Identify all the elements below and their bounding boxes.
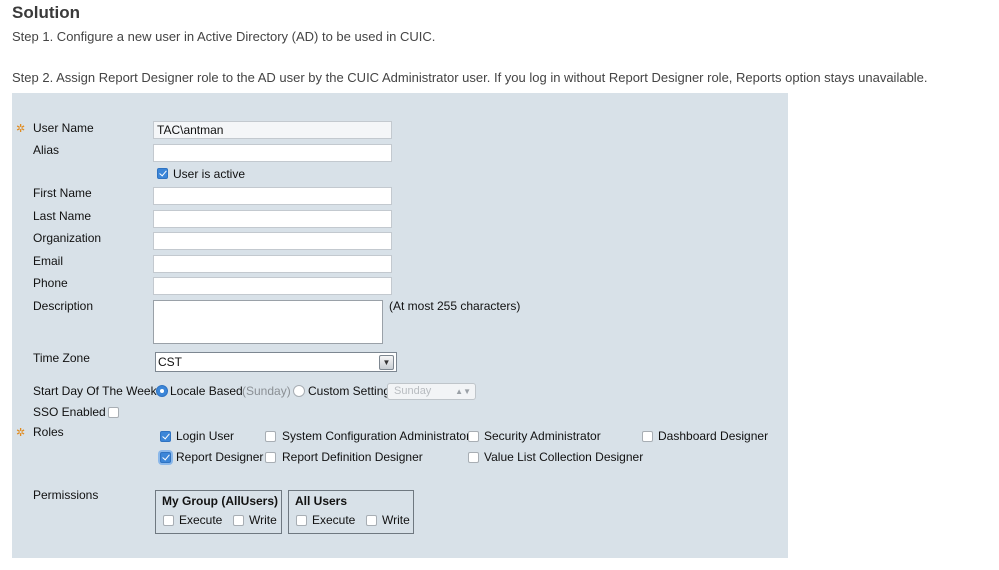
user-form-panel: ✲ User Name TAC\antman Alias User is act… [12, 93, 788, 558]
my-group-title: My Group (AllUsers) [162, 494, 279, 508]
description-limit-note: (At most 255 characters) [389, 299, 521, 313]
role-system-config-admin-label: System Configuration Administrator [282, 429, 471, 443]
solution-heading: Solution [12, 3, 80, 22]
time-zone-select[interactable]: CST ▼ [155, 352, 397, 372]
my-group-write-checkbox[interactable] [233, 515, 244, 526]
user-active-checkbox[interactable] [157, 168, 168, 179]
role-security-admin-label: Security Administrator [484, 429, 601, 443]
custom-setting-radio[interactable] [293, 385, 305, 397]
start-day-label: Start Day Of The Week [33, 384, 157, 398]
locale-based-radio[interactable] [156, 385, 168, 397]
role-dashboard-designer-label: Dashboard Designer [658, 429, 769, 443]
last-name-field[interactable] [153, 210, 392, 228]
email-field[interactable] [153, 255, 392, 273]
email-label: Email [33, 254, 64, 268]
organization-field[interactable] [153, 232, 392, 250]
dropdown-arrow-icon[interactable]: ▼ [379, 355, 394, 370]
permission-group-all-users: All Users Execute Write [288, 490, 414, 534]
organization-label: Organization [33, 231, 102, 245]
step-2-text: Step 2. Assign Report Designer role to t… [12, 70, 928, 85]
role-login-user-checkbox[interactable] [160, 431, 171, 442]
user-name-label: User Name [33, 121, 94, 135]
first-name-label: First Name [33, 186, 92, 200]
all-users-execute-label: Execute [312, 513, 356, 527]
custom-day-value: Sunday [394, 385, 432, 397]
time-zone-value: CST [158, 355, 182, 369]
phone-field[interactable] [153, 277, 392, 295]
step-1-text: Step 1. Configure a new user in Active D… [12, 29, 436, 44]
all-users-execute-checkbox[interactable] [296, 515, 307, 526]
time-zone-label: Time Zone [33, 351, 90, 365]
description-textarea[interactable] [153, 300, 383, 344]
sso-enabled-checkbox[interactable] [108, 407, 119, 418]
custom-day-select[interactable]: Sunday ▲▼ [387, 383, 476, 400]
role-dashboard-designer-checkbox[interactable] [642, 431, 653, 442]
my-group-execute-label: Execute [179, 513, 223, 527]
user-name-field[interactable]: TAC\antman [153, 121, 392, 139]
permission-group-my-group: My Group (AllUsers) Execute Write [155, 490, 282, 534]
roles-label: Roles [33, 425, 64, 439]
required-icon: ✲ [16, 123, 26, 135]
phone-label: Phone [33, 276, 68, 290]
role-login-user-label: Login User [176, 429, 235, 443]
role-value-list-designer-label: Value List Collection Designer [484, 450, 644, 464]
my-group-write-label: Write [249, 513, 277, 527]
updown-arrow-icon: ▲▼ [455, 387, 471, 396]
locale-based-hint: (Sunday) [242, 384, 291, 398]
all-users-title: All Users [295, 494, 348, 508]
locale-based-label: Locale Based [170, 384, 243, 398]
custom-setting-label: Custom Setting [308, 384, 391, 398]
first-name-field[interactable] [153, 187, 392, 205]
role-value-list-designer-checkbox[interactable] [468, 452, 479, 463]
role-report-designer-checkbox[interactable] [160, 452, 171, 463]
role-system-config-admin-checkbox[interactable] [265, 431, 276, 442]
role-security-admin-checkbox[interactable] [468, 431, 479, 442]
required-icon: ✲ [16, 427, 26, 439]
role-report-definition-designer-label: Report Definition Designer [282, 450, 423, 464]
user-active-label: User is active [173, 167, 246, 181]
permissions-label: Permissions [33, 488, 99, 502]
description-label: Description [33, 299, 94, 313]
all-users-write-checkbox[interactable] [366, 515, 377, 526]
sso-enabled-label: SSO Enabled [33, 405, 106, 419]
alias-label: Alias [33, 143, 60, 157]
last-name-label: Last Name [33, 209, 92, 223]
role-report-designer-label: Report Designer [176, 450, 264, 464]
role-report-definition-designer-checkbox[interactable] [265, 452, 276, 463]
my-group-execute-checkbox[interactable] [163, 515, 174, 526]
alias-field[interactable] [153, 144, 392, 162]
all-users-write-label: Write [382, 513, 410, 527]
